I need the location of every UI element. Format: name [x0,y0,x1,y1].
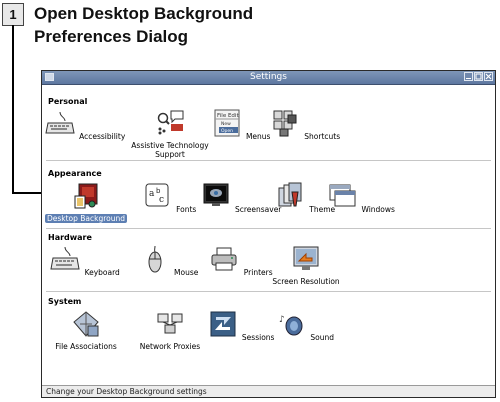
sessions-icon [210,311,236,337]
window-titlebar[interactable]: Settings [42,71,495,85]
mouse-icon [148,245,162,273]
settings-item-label: Screen Resolution [272,277,340,286]
settings-item-keyboard[interactable]: Keyboard [40,245,132,277]
maximize-icon [475,73,482,80]
minimize-button[interactable] [464,72,473,81]
maximize-button[interactable] [474,72,483,81]
callout-connector-vertical [12,25,14,194]
settings-window: Settings Personal Accessibility Assistiv… [41,70,496,398]
svg-text:b: b [156,187,161,195]
settings-item-shortcuts[interactable]: Shortcuts [260,109,352,141]
section-heading-personal: Personal [48,97,88,106]
section-divider [46,160,491,161]
windows-icon [329,184,356,207]
section-heading-hardware: Hardware [48,233,92,242]
svg-text:♪: ♪ [279,315,285,325]
screensaver-icon [203,183,229,206]
minimize-icon [466,78,471,79]
settings-item-label: File Associations [55,342,117,351]
settings-item-label-line-2: Support [155,150,185,159]
settings-item-desktop-background[interactable]: Desktop Background [40,182,132,223]
assistive-technology-icon [157,110,184,135]
step-title-line-2: Preferences Dialog [34,27,189,46]
settings-item-sound[interactable]: ♪ Sound [260,310,352,342]
settings-item-file-associations[interactable]: File Associations [40,310,132,351]
settings-item-windows[interactable]: Windows [316,182,408,214]
settings-item-label: Assistive Technology [131,141,209,150]
network-proxies-icon [157,313,183,334]
keyboard-icon [45,111,75,134]
settings-item-screen-resolution[interactable]: Screen Resolution [260,245,352,286]
section-divider [46,228,491,229]
step-title: Open Desktop Background Preferences Dial… [34,2,334,48]
settings-item-label: Keyboard [84,268,120,277]
settings-item-label: Shortcuts [304,132,341,141]
settings-item-accessibility[interactable]: Accessibility [40,109,132,141]
close-button[interactable] [484,72,493,81]
settings-item-label: Network Proxies [139,342,201,351]
statusbar: Change your Desktop Background settings [42,385,495,397]
file-associations-icon [73,311,99,337]
section-divider [46,291,491,292]
svg-text:a: a [149,189,155,199]
settings-item-label: Fonts [176,205,197,214]
menus-icon-line-3: Open [221,128,233,134]
sound-icon: ♪ [279,315,303,336]
section-heading-system: System [48,297,82,306]
settings-item-label: Windows [361,205,395,214]
section-heading-appearance: Appearance [48,169,102,178]
step-title-line-1: Open Desktop Background [34,4,254,23]
settings-item-label: Desktop Background [44,214,128,223]
screen-resolution-icon [293,246,319,270]
keyboard-icon [50,246,80,270]
menus-icon-line-1: File Edit [217,113,239,119]
settings-item-label: Sound [310,333,334,342]
menus-icon-line-2: New [221,121,231,127]
settings-item-label: Accessibility [79,132,126,141]
menus-icon: File Edit New Open [214,109,240,137]
desktop-background-icon [74,183,98,209]
window-title: Settings [250,72,287,82]
svg-text:c: c [159,195,164,205]
close-icon [485,73,492,80]
theme-icon [278,182,302,207]
printer-icon [211,247,237,271]
shortcuts-icon [273,110,297,137]
fonts-icon: a b c [145,183,169,207]
step-number-badge: 1 [2,3,24,26]
